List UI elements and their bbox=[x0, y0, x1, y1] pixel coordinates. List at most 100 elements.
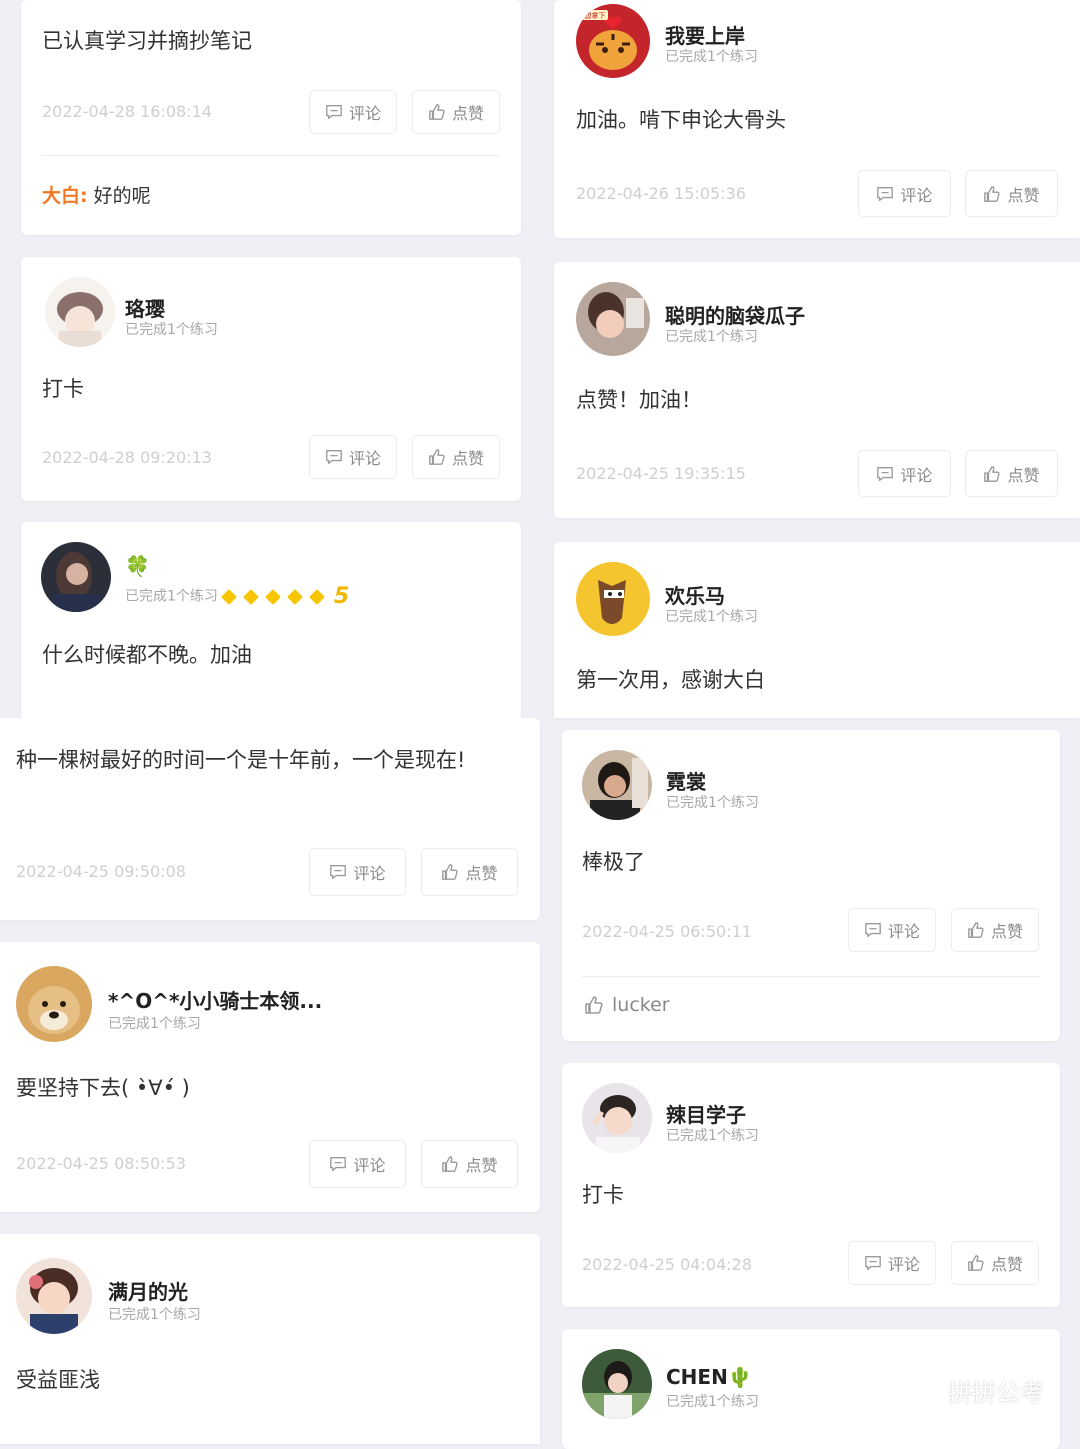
username[interactable]: 欢乐马 bbox=[665, 580, 725, 609]
comment-button[interactable]: 评论 bbox=[848, 908, 936, 952]
like-button[interactable]: 点赞 bbox=[951, 1241, 1039, 1285]
comment-text: 种一棵树最好的时间一个是十年前，一个是现在! bbox=[16, 748, 466, 772]
avatar[interactable]: 想拿下 bbox=[576, 4, 650, 78]
user-subtitle: 已完成1个练习 bbox=[108, 1307, 201, 1323]
comment-card: 欢乐马 已完成1个练习 第一次用，感谢大白 bbox=[554, 542, 1080, 718]
comment-timestamp: 2022-04-25 09:50:08 bbox=[16, 862, 186, 881]
username[interactable]: CHEN🌵 bbox=[666, 1365, 753, 1389]
comment-text: 要坚持下去( •̀∀•́ ) bbox=[16, 1076, 190, 1100]
comment-timestamp: 2022-04-28 09:20:13 bbox=[42, 448, 212, 467]
comment-icon bbox=[876, 185, 894, 203]
comment-card: 满月的光 已完成1个练习 受益匪浅 bbox=[0, 1234, 540, 1444]
avatar[interactable] bbox=[582, 750, 652, 820]
comment-card: 已认真学习并摘抄笔记 2022-04-28 16:08:14 评论 点赞 大白:… bbox=[21, 0, 521, 235]
comment-button[interactable]: 评论 bbox=[848, 1241, 936, 1285]
thumbs-up-icon bbox=[983, 465, 1001, 483]
avatar[interactable] bbox=[576, 562, 650, 636]
like-button[interactable]: 点赞 bbox=[965, 450, 1058, 497]
avatar[interactable] bbox=[16, 1258, 92, 1334]
like-button[interactable]: 点赞 bbox=[412, 90, 500, 134]
comment-button[interactable]: 评论 bbox=[309, 90, 397, 134]
user-subtitle: 已完成1个练习 bbox=[665, 329, 758, 345]
gem-icon bbox=[287, 588, 303, 605]
like-button[interactable]: 点赞 bbox=[965, 170, 1058, 217]
comment-button[interactable]: 评论 bbox=[309, 848, 406, 896]
comment-button[interactable]: 评论 bbox=[858, 170, 951, 217]
wechat-icon bbox=[901, 1376, 938, 1404]
liked-by: lucker bbox=[584, 994, 670, 1016]
comment-card: 种一棵树最好的时间一个是十年前，一个是现在! 2022-04-25 09:50:… bbox=[0, 718, 540, 920]
comment-icon bbox=[329, 1155, 347, 1173]
divider bbox=[42, 155, 500, 156]
comment-text: 已认真学习并摘抄笔记 bbox=[42, 29, 252, 53]
like-button[interactable]: 点赞 bbox=[412, 435, 500, 479]
thumbs-up-icon bbox=[428, 448, 446, 466]
user-subtitle: 已完成1个练习 5 bbox=[125, 584, 350, 609]
comment-text: 加油。啃下申论大骨头 bbox=[576, 108, 786, 132]
like-button[interactable]: 点赞 bbox=[421, 848, 518, 896]
thumbs-up-icon bbox=[967, 921, 985, 939]
comment-button[interactable]: 评论 bbox=[309, 435, 397, 479]
username[interactable]: *^O^*小小骑士本领... bbox=[108, 985, 322, 1014]
comment-icon bbox=[864, 1254, 882, 1272]
comment-icon bbox=[325, 448, 343, 466]
svg-text:想拿下: 想拿下 bbox=[585, 11, 606, 20]
liker-name[interactable]: lucker bbox=[612, 994, 670, 1016]
reply-author[interactable]: 大白: bbox=[42, 185, 88, 207]
comment-icon bbox=[329, 863, 347, 881]
comment-text: 什么时候都不晚。加油 bbox=[42, 643, 252, 667]
comment-text: 点赞！加油！ bbox=[576, 388, 702, 412]
user-subtitle: 已完成1个练习 bbox=[125, 322, 218, 338]
comment-card: 聪明的脑袋瓜子 已完成1个练习 点赞！加油！ 2022-04-25 19:35:… bbox=[554, 262, 1080, 518]
avatar[interactable] bbox=[576, 282, 650, 356]
username[interactable]: 霓裳 bbox=[666, 766, 706, 795]
gem-icon bbox=[243, 588, 259, 605]
username[interactable]: 辣目学子 bbox=[666, 1099, 746, 1128]
comment-card: 想拿下 我要上岸 已完成1个练习 加油。啃下申论大骨头 2022-04-26 1… bbox=[554, 0, 1080, 238]
avatar[interactable] bbox=[16, 966, 92, 1042]
username[interactable]: 我要上岸 bbox=[665, 20, 745, 49]
divider bbox=[582, 976, 1040, 977]
comment-timestamp: 2022-04-28 16:08:14 bbox=[42, 102, 212, 121]
comment-button[interactable]: 评论 bbox=[858, 450, 951, 497]
user-subtitle: 已完成1个练习 bbox=[665, 609, 758, 625]
comment-card: *^O^*小小骑士本领... 已完成1个练习 要坚持下去( •̀∀•́ ) 20… bbox=[0, 942, 540, 1212]
comment-card: 珞璎 已完成1个练习 打卡 2022-04-28 09:20:13 评论 点赞 bbox=[21, 257, 521, 501]
like-button[interactable]: 点赞 bbox=[951, 908, 1039, 952]
user-subtitle: 已完成1个练习 bbox=[108, 1016, 201, 1032]
comment-timestamp: 2022-04-25 19:35:15 bbox=[576, 464, 746, 483]
like-button[interactable]: 点赞 bbox=[421, 1140, 518, 1188]
thumbs-up-icon bbox=[983, 185, 1001, 203]
comment-text: 棒极了 bbox=[582, 850, 645, 874]
comment-timestamp: 2022-04-25 06:50:11 bbox=[582, 922, 752, 941]
comment-text: 打卡 bbox=[42, 377, 84, 401]
username[interactable]: 聪明的脑袋瓜子 bbox=[665, 300, 805, 329]
thumbs-up-icon bbox=[441, 1155, 459, 1173]
username[interactable]: 珞璎 bbox=[125, 293, 165, 322]
avatar[interactable] bbox=[41, 542, 111, 612]
thumbs-up-icon bbox=[428, 103, 446, 121]
comment-button[interactable]: 评论 bbox=[309, 1140, 406, 1188]
comment-timestamp: 2022-04-25 08:50:53 bbox=[16, 1154, 186, 1173]
username[interactable]: 🍀 bbox=[125, 554, 150, 578]
gem-icon bbox=[265, 588, 281, 605]
gem-icon bbox=[221, 588, 237, 605]
comment-card: 🍀 已完成1个练习 5 什么时候都不晚。加油 bbox=[21, 522, 521, 722]
avatar[interactable] bbox=[582, 1349, 652, 1419]
thumbs-up-icon bbox=[967, 1254, 985, 1272]
avatar[interactable] bbox=[582, 1083, 652, 1153]
comment-timestamp: 2022-04-25 04:04:28 bbox=[582, 1255, 752, 1274]
level-badge: 5 bbox=[333, 584, 350, 609]
comment-text: 打卡 bbox=[582, 1183, 624, 1207]
comment-text: 第一次用，感谢大白 bbox=[576, 668, 765, 692]
user-subtitle: 已完成1个练习 bbox=[666, 795, 759, 811]
gem-icon bbox=[309, 588, 325, 605]
avatar[interactable] bbox=[45, 277, 115, 347]
comment-icon bbox=[864, 921, 882, 939]
thumbs-up-icon bbox=[584, 995, 604, 1015]
username[interactable]: 满月的光 bbox=[108, 1276, 188, 1305]
reply: 大白: 好的呢 bbox=[42, 181, 151, 208]
comment-icon bbox=[876, 465, 894, 483]
user-subtitle: 已完成1个练习 bbox=[666, 1394, 759, 1410]
reply-text: 好的呢 bbox=[93, 185, 151, 207]
